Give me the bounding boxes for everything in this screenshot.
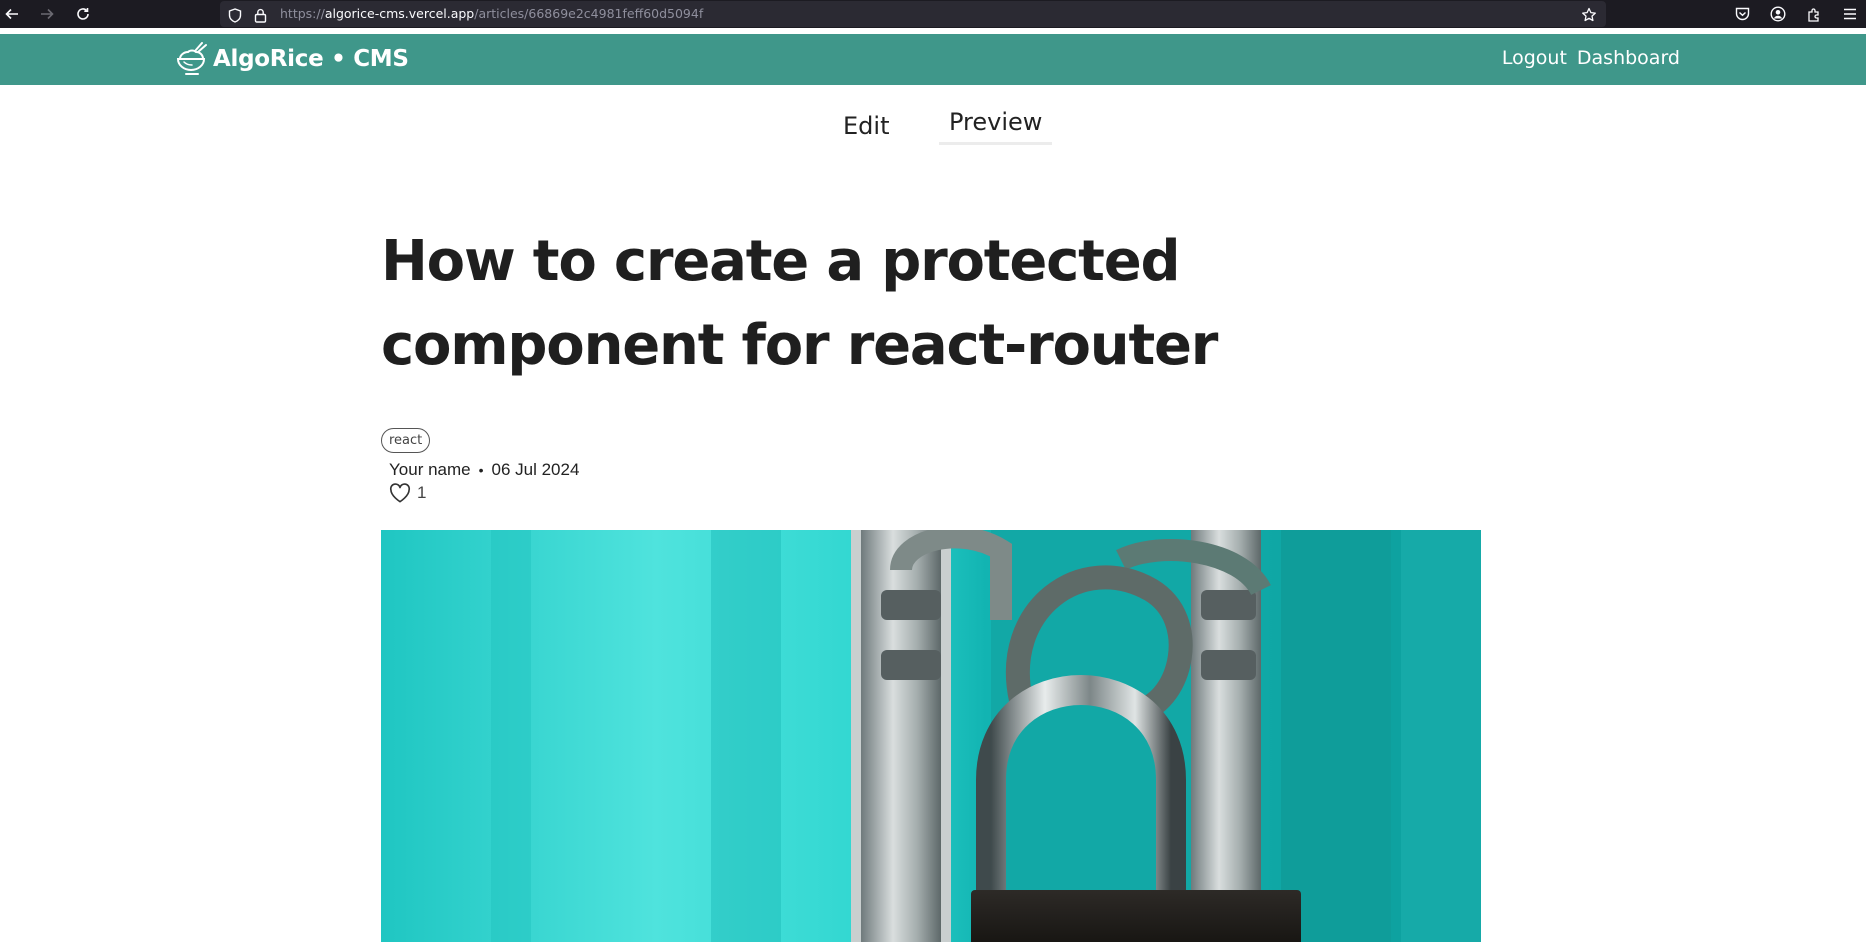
back-icon[interactable]: [2, 4, 22, 24]
publish-date: 06 Jul 2024: [491, 460, 580, 479]
reload-icon[interactable]: [73, 4, 93, 24]
url-text[interactable]: https://algorice-cms.vercel.app/articles…: [280, 6, 703, 21]
url-path: /articles/66869e2c4981feff60d5094f: [474, 6, 704, 21]
url-scheme: https://: [280, 6, 325, 21]
brand-home-link[interactable]: AlgoRice • CMS: [175, 42, 409, 76]
like-control[interactable]: 1: [389, 483, 426, 503]
extensions-icon[interactable]: [1805, 5, 1823, 23]
padlock-photo: [381, 530, 1481, 942]
pocket-icon[interactable]: [1733, 5, 1751, 23]
account-icon[interactable]: [1769, 5, 1787, 23]
shield-icon[interactable]: [226, 6, 244, 24]
article-title: How to create a protected component for …: [381, 229, 1218, 378]
dashboard-link[interactable]: Dashboard: [1577, 47, 1680, 69]
url-host: algorice-cms.vercel.app: [324, 6, 475, 21]
browser-toolbar: https://algorice-cms.vercel.app/articles…: [0, 0, 1866, 28]
lock-icon[interactable]: [251, 6, 269, 24]
article-meta: Your name • 06 Jul 2024: [389, 460, 579, 480]
like-count: 1: [417, 483, 427, 502]
menu-icon[interactable]: [1841, 5, 1859, 23]
forward-icon[interactable]: [37, 4, 57, 24]
heart-icon[interactable]: [389, 483, 411, 503]
header-nav: Logout Dashboard: [1502, 47, 1680, 69]
logout-link[interactable]: Logout: [1502, 47, 1567, 69]
rice-bowl-logo-icon: [176, 42, 207, 75]
tab-edit[interactable]: Edit: [843, 112, 889, 140]
app-header: AlgoRice • CMS Logout Dashboard: [0, 34, 1866, 85]
url-bar[interactable]: https://algorice-cms.vercel.app/articles…: [220, 1, 1606, 27]
tab-preview[interactable]: Preview: [939, 108, 1053, 145]
article-preview: How to create a protected component for …: [381, 220, 1481, 503]
author-name: Your name: [389, 460, 471, 479]
bookmark-star-icon[interactable]: [1580, 6, 1598, 24]
meta-separator: •: [478, 462, 484, 478]
article-cover-image: [381, 530, 1481, 942]
brand-name: AlgoRice • CMS: [213, 46, 409, 72]
tag-chip[interactable]: react: [381, 428, 431, 453]
